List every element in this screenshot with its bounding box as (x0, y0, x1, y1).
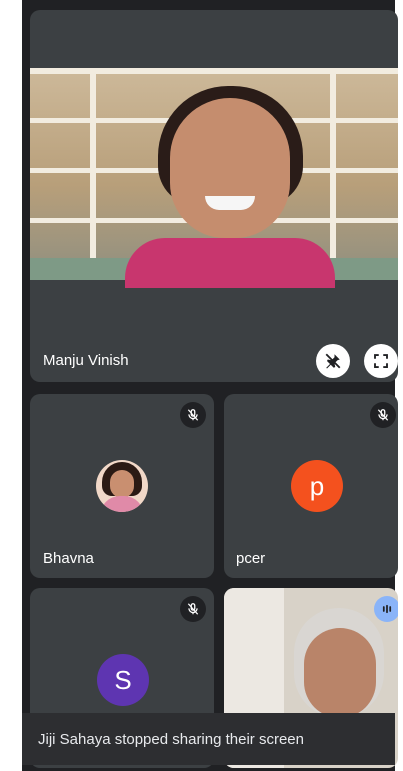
shelf (90, 68, 96, 258)
participant-name: pcer (236, 550, 266, 567)
mic-off-icon (187, 603, 199, 615)
pin-off-icon (325, 353, 341, 369)
mic-off-icon (377, 409, 389, 421)
participant-name: Manju Vinish (43, 352, 129, 369)
left-edge-strip (0, 0, 22, 771)
mic-off-badge (180, 402, 206, 428)
mic-off-badge (370, 402, 396, 428)
fullscreen-icon (374, 354, 388, 368)
participant-video (30, 68, 398, 288)
avatar (96, 460, 148, 512)
speaking-indicator (374, 596, 398, 622)
pin-off-button[interactable] (316, 344, 350, 378)
avatar: p (291, 460, 343, 512)
person-body (125, 238, 335, 288)
participant-tile-main[interactable]: Manju Vinish (30, 10, 398, 382)
shelf (30, 68, 398, 74)
audio-level-icon (382, 604, 392, 614)
meeting-grid: Manju Vinish Bhavna p pcer S Jiji Sahaya… (22, 0, 398, 771)
participant-name: Bhavna (43, 550, 94, 567)
person-face (170, 98, 290, 238)
toast-text: Jiji Sahaya stopped sharing their screen (38, 730, 304, 748)
avatar: S (97, 654, 149, 706)
fullscreen-button[interactable] (364, 344, 398, 378)
notification-toast: Jiji Sahaya stopped sharing their screen (22, 713, 395, 765)
avatar-shirt (100, 496, 144, 512)
participant-tile[interactable]: p pcer (224, 394, 398, 578)
person-face (304, 628, 376, 718)
shelf (330, 68, 336, 258)
avatar-face (110, 470, 134, 498)
participant-tile[interactable]: Bhavna (30, 394, 214, 578)
mic-off-icon (187, 409, 199, 421)
person-smile (205, 196, 255, 210)
mic-off-badge (180, 596, 206, 622)
